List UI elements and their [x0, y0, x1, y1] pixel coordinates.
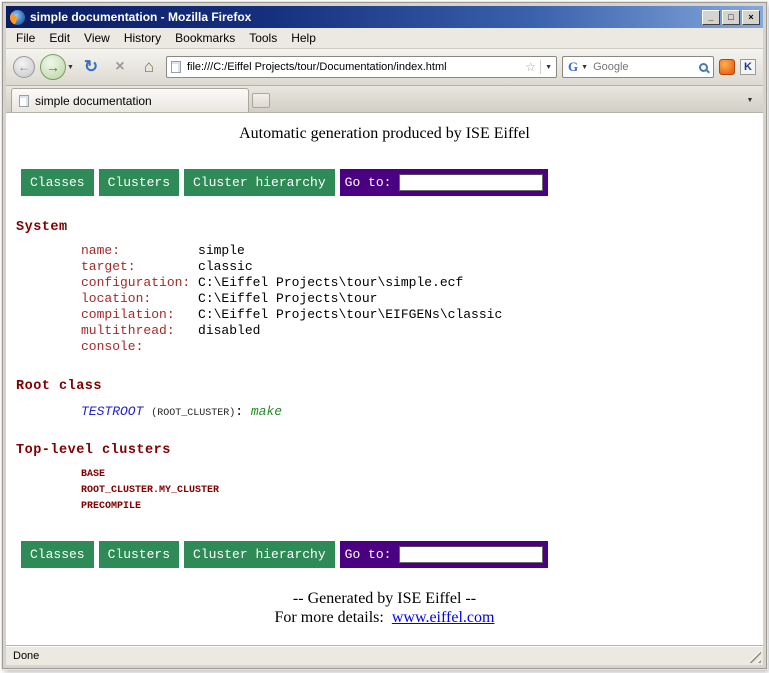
address-bar[interactable]: ☆ ▼: [166, 56, 557, 78]
clusters-link[interactable]: Clusters: [99, 541, 179, 568]
menu-history[interactable]: History: [117, 29, 168, 47]
resize-grip[interactable]: [748, 650, 761, 663]
goto-input[interactable]: [399, 546, 543, 563]
system-row: compilation:C:\Eiffel Projects\tour\EIFG…: [81, 307, 755, 323]
system-value: simple: [198, 243, 245, 258]
tab-page-icon: [19, 95, 29, 107]
window-title: simple documentation - Mozilla Firefox: [30, 10, 700, 24]
stop-button[interactable]: ×: [108, 55, 132, 79]
page-header: Automatic generation produced by ISE Eif…: [14, 125, 755, 143]
menu-edit[interactable]: Edit: [42, 29, 77, 47]
search-bar[interactable]: G ▼: [562, 56, 714, 78]
system-value: classic: [198, 259, 253, 274]
cluster-link-base[interactable]: BASE: [81, 467, 755, 483]
root-class-line: TESTROOT (ROOT_CLUSTER): make: [81, 404, 755, 419]
separator: :: [235, 404, 243, 419]
system-key: console:: [81, 339, 198, 355]
page-content: Automatic generation produced by ISE Eif…: [6, 113, 763, 645]
extension-icon-orange[interactable]: [719, 59, 735, 75]
tab-simple-documentation[interactable]: simple documentation: [11, 88, 249, 112]
root-cluster-ref[interactable]: (ROOT_CLUSTER): [151, 408, 235, 419]
system-key: target:: [81, 259, 198, 275]
system-heading: System: [16, 220, 755, 235]
system-row: configuration:C:\Eiffel Projects\tour\si…: [81, 275, 755, 291]
cluster-hierarchy-link[interactable]: Cluster hierarchy: [184, 541, 335, 568]
goto-label: Go to:: [345, 175, 392, 190]
maximize-button[interactable]: □: [722, 10, 740, 25]
doc-navbar-top: Classes Clusters Cluster hierarchy Go to…: [21, 169, 755, 196]
forward-icon: →: [40, 54, 66, 80]
system-row: target:classic: [81, 259, 755, 275]
root-class-heading: Root class: [16, 379, 755, 394]
forward-button[interactable]: → ▼: [40, 54, 74, 80]
back-button[interactable]: ←: [13, 56, 35, 78]
root-class-link[interactable]: TESTROOT: [81, 404, 143, 419]
url-input[interactable]: [185, 60, 521, 74]
firefox-icon: [10, 10, 25, 25]
forward-history-dropdown[interactable]: ▼: [67, 64, 74, 71]
window-controls: _ □ ×: [700, 10, 760, 25]
system-key: location:: [81, 291, 198, 307]
cluster-list: BASE ROOT_CLUSTER.MY_CLUSTER PRECOMPILE: [81, 467, 755, 515]
new-tab-button[interactable]: [252, 93, 270, 108]
status-bar: Done: [6, 645, 763, 665]
classes-link[interactable]: Classes: [21, 541, 94, 568]
status-text: Done: [13, 650, 39, 662]
system-key: compilation:: [81, 307, 198, 323]
system-key: configuration:: [81, 275, 198, 291]
reload-button[interactable]: ↻: [79, 55, 103, 79]
search-input[interactable]: [591, 60, 696, 74]
tab-bar: simple documentation ▼: [6, 86, 763, 113]
menu-bar: File Edit View History Bookmarks Tools H…: [6, 28, 763, 49]
back-icon: ←: [18, 60, 30, 74]
creation-procedure-link[interactable]: make: [251, 404, 282, 419]
google-icon: G: [568, 59, 578, 75]
menu-bookmarks[interactable]: Bookmarks: [168, 29, 242, 47]
menu-help[interactable]: Help: [284, 29, 323, 47]
system-row: multithread:disabled: [81, 323, 755, 339]
classes-link[interactable]: Classes: [21, 169, 94, 196]
doc-navbar-bottom: Classes Clusters Cluster hierarchy Go to…: [21, 541, 755, 568]
browser-window: simple documentation - Mozilla Firefox _…: [2, 2, 767, 669]
cluster-link-root-cluster-my-cluster[interactable]: ROOT_CLUSTER.MY_CLUSTER: [81, 483, 755, 499]
menu-file[interactable]: File: [9, 29, 42, 47]
tab-label: simple documentation: [35, 94, 152, 108]
goto-label: Go to:: [345, 547, 392, 562]
cluster-hierarchy-link[interactable]: Cluster hierarchy: [184, 169, 335, 196]
goto-box: Go to:: [340, 541, 549, 568]
system-key: multithread:: [81, 323, 198, 339]
system-value: C:\Eiffel Projects\tour\EIFGENs\classic: [198, 307, 502, 322]
navigation-toolbar: ← → ▼ ↻ × ⌂ ☆ ▼ G ▼ K: [6, 49, 763, 86]
urlbar-dropdown[interactable]: ▼: [540, 60, 552, 74]
eiffel-website-link[interactable]: www.eiffel.com: [392, 609, 495, 626]
footer-generated: -- Generated by ISE Eiffel --: [14, 590, 755, 608]
system-value: disabled: [198, 323, 260, 338]
clusters-link[interactable]: Clusters: [99, 169, 179, 196]
system-properties: name:simple target:classic configuration…: [81, 243, 755, 355]
home-button[interactable]: ⌂: [137, 55, 161, 79]
cluster-link-precompile[interactable]: PRECOMPILE: [81, 499, 755, 515]
clusters-heading: Top-level clusters: [16, 443, 755, 458]
footer-details-text: For more details:: [275, 609, 384, 626]
menu-tools[interactable]: Tools: [242, 29, 284, 47]
goto-box: Go to:: [340, 169, 549, 196]
system-row: location:C:\Eiffel Projects\tour: [81, 291, 755, 307]
menu-view[interactable]: View: [77, 29, 117, 47]
list-all-tabs-button[interactable]: ▼: [742, 91, 758, 109]
system-row: console:: [81, 339, 755, 355]
system-value: C:\Eiffel Projects\tour: [198, 291, 377, 306]
bookmark-star-icon[interactable]: ☆: [525, 60, 536, 74]
site-favicon: [171, 61, 181, 73]
extension-icon-k[interactable]: K: [740, 59, 756, 75]
goto-input[interactable]: [399, 174, 543, 191]
close-button[interactable]: ×: [742, 10, 760, 25]
system-row: name:simple: [81, 243, 755, 259]
titlebar[interactable]: simple documentation - Mozilla Firefox _…: [6, 6, 763, 28]
minimize-button[interactable]: _: [702, 10, 720, 25]
search-icon[interactable]: [699, 63, 708, 72]
system-key: name:: [81, 243, 198, 259]
footer-details: For more details: www.eiffel.com: [14, 609, 755, 627]
system-value: C:\Eiffel Projects\tour\simple.ecf: [198, 275, 463, 290]
search-engine-dropdown[interactable]: ▼: [581, 64, 588, 71]
